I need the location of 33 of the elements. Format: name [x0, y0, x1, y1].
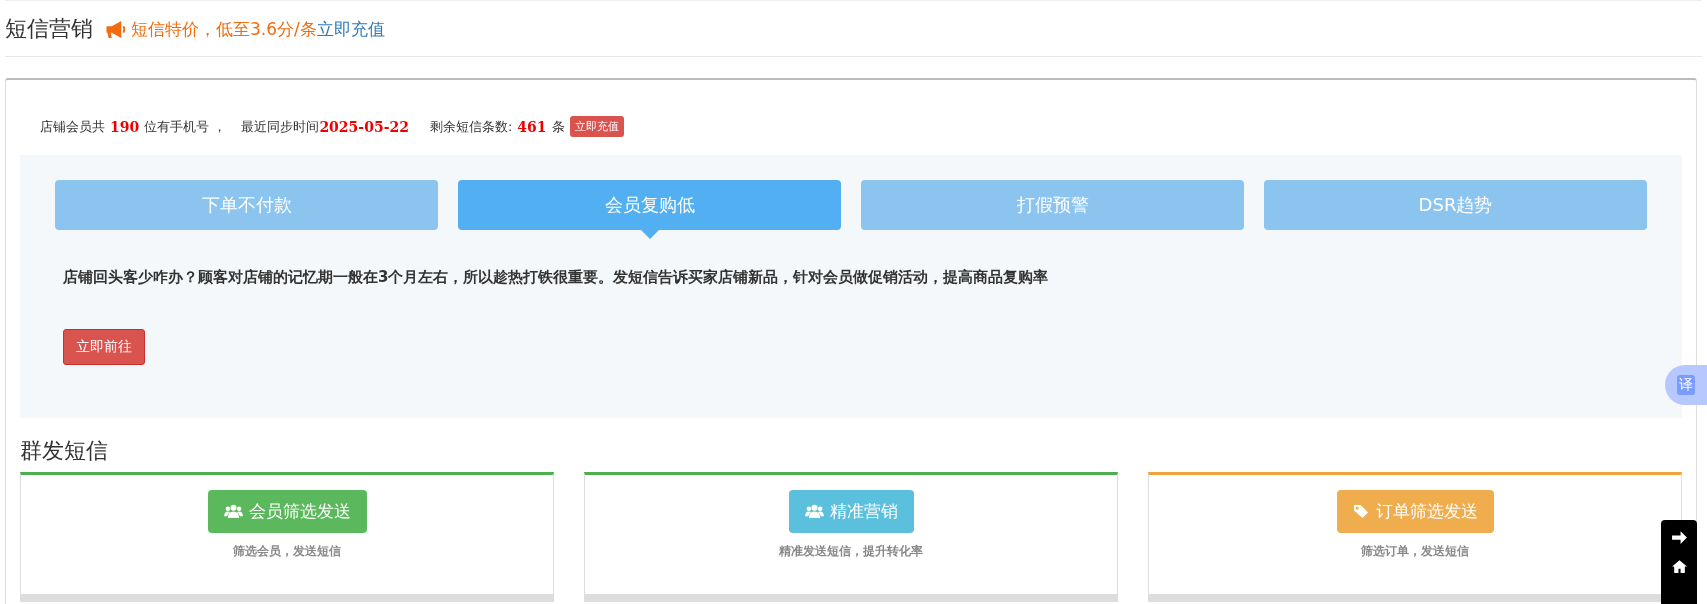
users-icon	[804, 504, 824, 519]
tab-description: 店铺回头客少咋办？顾客对店铺的记忆期一般在3个月左右，所以趁热打铁很重要。发短信告诉买家店铺新品，针对会员做促销活动，提高商品复购率	[63, 268, 1050, 287]
card-caption: 筛选订单，发送短信	[1361, 543, 1469, 560]
members-suffix: 位有手机号 ，	[144, 117, 227, 136]
section-title: 群发短信	[20, 437, 109, 465]
megaphone-icon	[105, 19, 127, 39]
tag-icon	[1352, 504, 1370, 519]
go-button[interactable]: 立即前往	[63, 329, 145, 365]
remaining-unit: 条	[551, 117, 565, 136]
send-button[interactable]: 订单筛选发送	[1336, 490, 1494, 533]
remaining-count: 461	[517, 118, 547, 135]
promo-text: 短信特价，低至3.6分/条	[131, 17, 317, 41]
home-icon[interactable]	[1670, 559, 1688, 574]
card-caption: 精准发送短信，提升转化率	[779, 543, 923, 560]
member-count: 190	[110, 118, 140, 135]
members-label: 店铺会员共	[40, 117, 105, 136]
tab[interactable]: 下单不付款	[55, 180, 438, 230]
translate-widget[interactable]: 译	[1665, 365, 1707, 405]
arrow-right-icon[interactable]	[1670, 530, 1688, 545]
sync-date: 2025-05-22	[319, 118, 409, 135]
tab-pointer-icon	[640, 230, 659, 239]
send-button[interactable]: 精准营销	[788, 490, 914, 533]
remaining-label: 剩余短信条数:	[429, 117, 513, 136]
tab[interactable]: DSR趋势	[1264, 180, 1647, 230]
tab[interactable]: 打假预警	[861, 180, 1244, 230]
send-button[interactable]: 会员筛选发送	[207, 490, 367, 533]
recharge-button[interactable]: 立即充值	[569, 116, 624, 137]
users-icon	[223, 504, 243, 519]
translate-label: 译	[1677, 375, 1695, 395]
page-title: 短信营销	[5, 15, 93, 43]
recharge-link[interactable]: 立即充值	[316, 17, 385, 41]
card-caption: 筛选会员，发送短信	[233, 543, 341, 560]
sync-label: 最近同步时间	[241, 117, 320, 136]
